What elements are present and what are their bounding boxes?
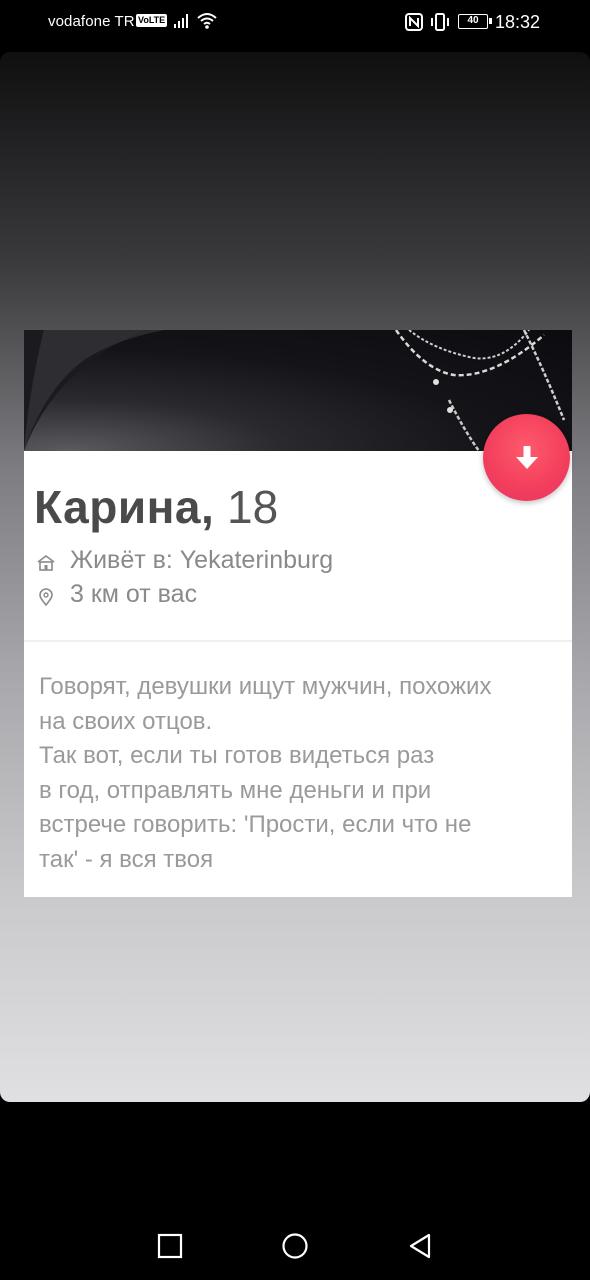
clock: 18:32 — [495, 12, 541, 32]
divider — [24, 640, 572, 642]
back-icon — [409, 1233, 431, 1259]
distance-row: 3 км от вас — [36, 580, 197, 609]
bio-line: так' - я вся твоя — [39, 845, 214, 873]
profile-name: Карина, — [34, 481, 215, 533]
recent-apps-button[interactable] — [156, 1232, 184, 1265]
bio-line: Так вот, если ты готов видеться раз — [39, 742, 435, 769]
profile-age: 18 — [227, 481, 279, 533]
vibrate-icon — [429, 13, 451, 36]
location-pin-icon — [36, 585, 56, 606]
bio-line: встрече говорить: 'Прости, если что не — [39, 811, 472, 838]
navigation-bar — [0, 1102, 590, 1280]
nfc-icon — [405, 13, 423, 36]
profile-bio: Говорят, девушки ищут мужчин, похожих на… — [39, 670, 559, 877]
profile-name-line: Карина, 18 — [34, 480, 278, 534]
bio-line: в год, отправлять мне деньги и при — [39, 776, 432, 804]
recent-apps-icon — [157, 1233, 183, 1259]
lives-in-text: Живёт в: Yekaterinburg — [70, 546, 334, 574]
carrier-name: vodafone TR — [48, 13, 135, 30]
arrow-down-icon — [515, 445, 538, 469]
back-button[interactable] — [406, 1232, 434, 1265]
battery-icon: 40 — [458, 14, 492, 29]
status-bar: vodafone TR VoLTE 40 18:32 — [0, 0, 590, 46]
collapse-profile-button[interactable] — [483, 414, 570, 501]
profile-card: Карина, 18 Живёт в: Yekaterinburg 3 км о… — [24, 330, 572, 897]
signal-icon — [172, 12, 192, 35]
home-button[interactable] — [281, 1232, 309, 1265]
bio-line: Говорят, девушки ищут мужчин, похожих — [39, 673, 492, 700]
lives-in-row: Живёт в: Yekaterinburg — [36, 546, 333, 575]
volte-badge: VoLTE — [136, 14, 168, 27]
bio-line: на своих отцов. — [39, 707, 213, 735]
distance-text: 3 км от вас — [70, 580, 198, 608]
home-icon — [282, 1233, 308, 1259]
home-icon — [36, 551, 56, 571]
wifi-icon — [196, 12, 218, 35]
